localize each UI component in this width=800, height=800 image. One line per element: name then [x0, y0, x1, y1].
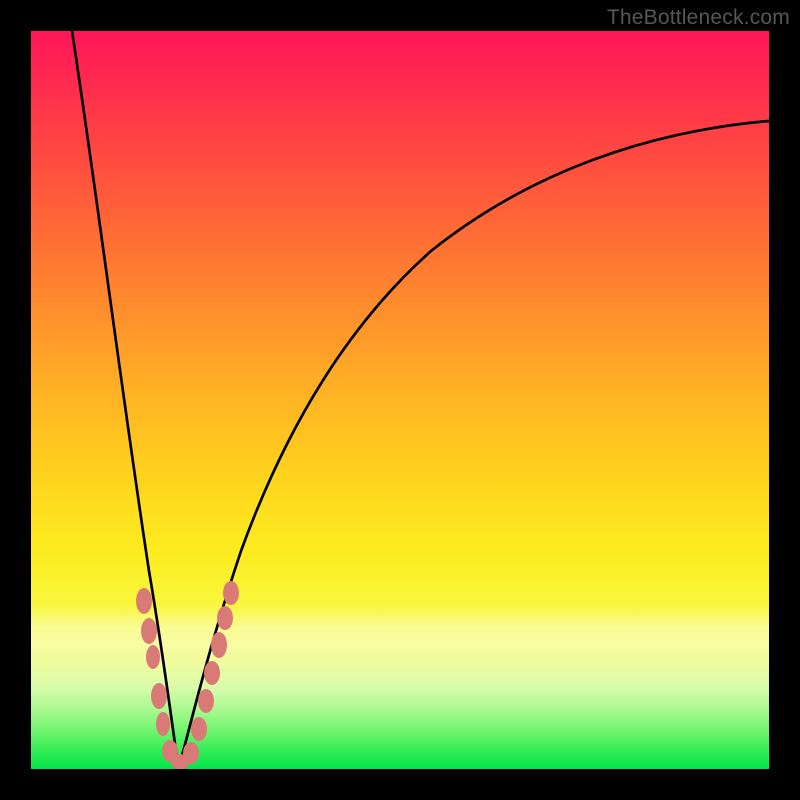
marker-dot: [136, 588, 152, 614]
curve-left: [72, 31, 179, 767]
plot-area: [31, 31, 769, 769]
marker-dot: [223, 581, 239, 605]
marker-group: [136, 581, 239, 769]
marker-dot: [204, 661, 220, 685]
marker-dot: [198, 689, 214, 713]
marker-dot: [183, 742, 199, 764]
chart-frame: TheBottleneck.com: [0, 0, 800, 800]
marker-dot: [156, 712, 170, 736]
marker-dot: [211, 632, 227, 658]
marker-dot: [151, 683, 167, 709]
curve-layer: [31, 31, 769, 769]
watermark-text: TheBottleneck.com: [607, 6, 790, 30]
marker-dot: [217, 606, 233, 630]
curve-right: [179, 121, 769, 767]
marker-dot: [141, 618, 157, 644]
marker-dot: [191, 717, 207, 741]
marker-dot: [146, 645, 160, 669]
